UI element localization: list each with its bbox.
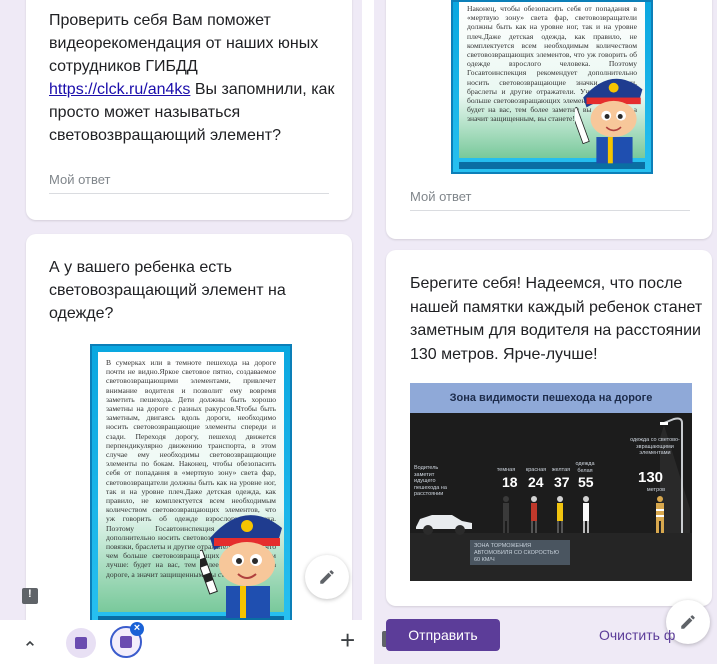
reflector-poster-image: В сумерках или в темноте пешехода на дор… [90,344,292,628]
form-icon [75,637,87,649]
bottom-navigation: × + [0,620,370,664]
column-label-1: красная [525,467,547,473]
final-message-text: Берегите себя! Надеемся, что после нашей… [410,275,703,363]
question-text-reflector: А у вашего ребенка есть световозращающий… [49,259,286,322]
clear-form-button[interactable]: Очистить ф [599,627,675,643]
video-link[interactable]: https://clck.ru/an4ks [49,81,190,98]
column-value-1: 24 [528,474,544,490]
braking-zone-label: ЗОНА ТОРМОЖЕНИЯ АВТОМОБИЛЯ СО СКОРОСТЬЮ … [470,540,570,565]
column-value-3: 55 [578,474,594,490]
reflect-label: одежда со светово-звращающими элементами [630,437,680,456]
pencil-icon [681,615,695,629]
zone-title: Зона видимости пешехода на дороге [410,383,692,413]
chevron-up-icon[interactable] [22,636,38,652]
edit-pencil-button-left[interactable] [305,555,349,599]
police-boy-illustration [200,515,282,618]
feedback-icon[interactable] [22,588,38,604]
answer-input-1[interactable]: Мой ответ [49,172,329,194]
close-tab-badge[interactable]: × [130,622,144,636]
column-label-3: одежда белая [575,461,595,474]
reflector-poster-image-top: Наконец, чтобы обезопасить себя от попад… [451,0,653,174]
driver-label: Водитель заметит идущего пешехода на рас… [414,465,447,497]
answer-input-2[interactable]: Мой ответ [410,189,690,211]
pencil-icon [320,570,334,584]
reflect-unit: метров [646,487,666,493]
pedestrians-icon [503,496,589,533]
police-boy-illustration [575,78,643,164]
car-icon [416,515,472,535]
visibility-zone-image: Зона видимости пешехода на дороге Водите… [410,383,692,581]
column-divider [362,0,374,664]
form-icon [120,636,132,648]
question-text-video: Проверить себя Вам поможет видеорекоменд… [49,12,335,144]
submit-button[interactable]: Отправить [386,619,500,651]
add-tab-button[interactable]: + [340,626,355,654]
tab-form-1[interactable] [66,628,96,658]
column-label-0: темная [496,467,516,473]
reflect-value: 130 [638,469,664,486]
reflective-pedestrian-icon [656,496,664,533]
column-value-0: 18 [502,474,518,490]
column-value-2: 37 [554,474,570,490]
